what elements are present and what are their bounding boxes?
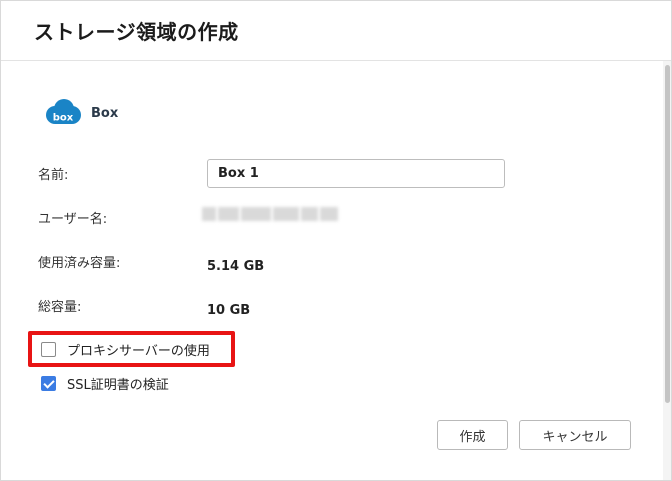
- ssl-checkbox[interactable]: [41, 376, 56, 391]
- provider-name: Box: [91, 105, 119, 121]
- username-value-redacted: [202, 207, 338, 221]
- box-logo-icon: box: [46, 99, 81, 124]
- cancel-button[interactable]: キャンセル: [519, 420, 631, 450]
- total-capacity-value: 10 GB: [207, 303, 251, 318]
- ssl-option[interactable]: SSL証明書の検証: [41, 374, 169, 393]
- ssl-label[interactable]: SSL証明書の検証: [67, 374, 169, 393]
- scrollbar-thumb[interactable]: [665, 65, 670, 403]
- used-capacity-value: 5.14 GB: [207, 259, 265, 274]
- total-capacity-label: 総容量:: [38, 300, 82, 315]
- create-storage-dialog: ストレージ領域の作成 box Box 名前: ユーザー名: 使用済み容量: 5.…: [0, 0, 672, 481]
- name-input[interactable]: [207, 159, 505, 188]
- provider-info: box Box: [45, 97, 118, 129]
- dialog-header: ストレージ領域の作成: [1, 1, 671, 61]
- box-logo-text: box: [53, 113, 74, 124]
- dialog-title: ストレージ領域の作成: [34, 20, 239, 44]
- used-capacity-label: 使用済み容量:: [38, 256, 121, 271]
- highlight-annotation: [28, 331, 235, 367]
- create-button[interactable]: 作成: [437, 420, 508, 450]
- username-label: ユーザー名:: [38, 212, 108, 227]
- name-label: 名前:: [38, 168, 69, 183]
